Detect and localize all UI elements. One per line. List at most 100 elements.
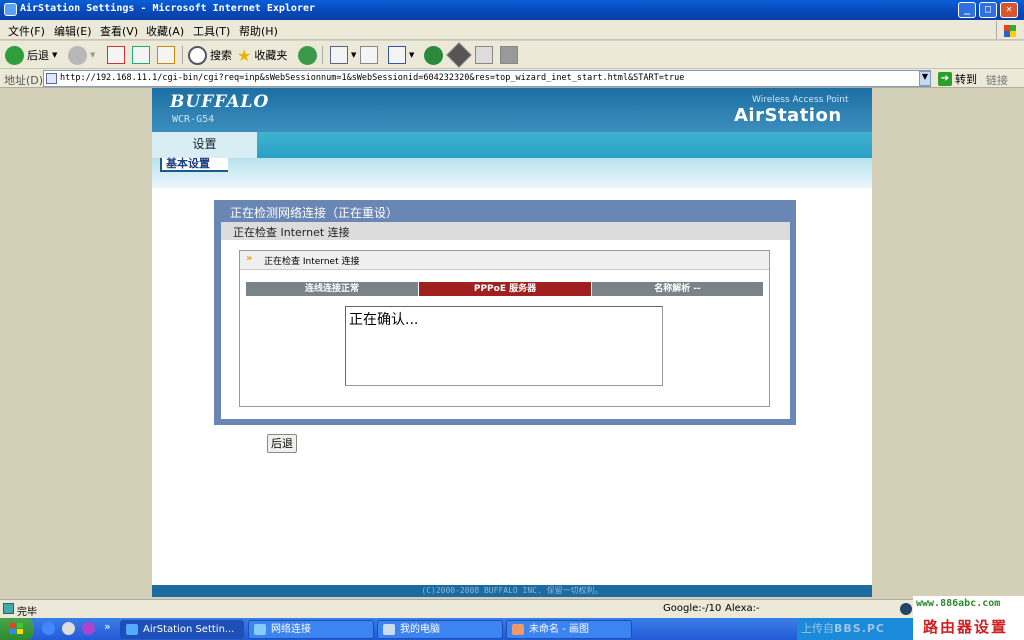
mail-icon: [330, 46, 348, 64]
windows-flag-icon: [996, 21, 1018, 39]
home-icon: [157, 46, 175, 64]
extra-button[interactable]: [500, 44, 518, 66]
window-title-bar[interactable]: AirStation Settings - Microsoft Internet…: [0, 0, 1024, 20]
search-button[interactable]: 搜索: [188, 44, 232, 66]
windows-logo-icon: [10, 623, 24, 635]
tool-button[interactable]: [475, 44, 493, 66]
minimize-button[interactable]: _: [958, 2, 976, 18]
dialog-subtitle: 正在检查 Internet 连接: [221, 222, 790, 240]
page-done-icon: [3, 603, 14, 614]
research-button[interactable]: [446, 42, 472, 68]
toolbar-separator: [322, 46, 323, 64]
search-icon: [188, 45, 207, 65]
home-button[interactable]: [157, 44, 175, 66]
subtab-bar: [152, 158, 872, 188]
feather-icon: [475, 46, 493, 64]
back-button[interactable]: 后退 ▼: [5, 44, 57, 66]
mail-button[interactable]: ▼: [330, 44, 356, 66]
edit-button[interactable]: ▼: [388, 44, 414, 66]
task-airstation[interactable]: AirStation Settin...: [120, 620, 244, 639]
back-label: 后退: [27, 49, 49, 62]
status-bar: 完毕 Google:-/10 Alexa:-: [0, 599, 1024, 618]
menu-favorites[interactable]: 收藏(A): [146, 23, 184, 39]
model-name: WCR-G54: [172, 114, 215, 125]
menu-help[interactable]: 帮助(H): [239, 23, 278, 39]
back-arrow-icon: [5, 45, 24, 65]
stop-icon: [107, 46, 125, 64]
address-url: http://192.168.11.1/cgi-bin/cgi?req=inp&…: [60, 73, 685, 83]
status-textbox: 正在确认...: [345, 306, 663, 386]
internet-zone-icon: [900, 603, 912, 615]
tab-bar: [152, 132, 872, 158]
maximize-button[interactable]: □: [979, 2, 997, 18]
double-chevron-icon: »: [246, 253, 253, 264]
messenger-button[interactable]: [424, 44, 443, 66]
menu-file[interactable]: 文件(F): [8, 23, 45, 39]
dialog-title: 正在检测网络连接（正在重设）: [230, 206, 399, 220]
step-pppoe-server: PPPoE 服务器: [419, 282, 591, 296]
quicklaunch-expand-icon[interactable]: »: [104, 620, 111, 633]
buffalo-logo: BUFFALO: [170, 92, 270, 112]
airstation-logo: AirStation: [734, 105, 842, 126]
links-button[interactable]: 链接: [986, 72, 1008, 88]
address-dropdown-button[interactable]: ▼: [919, 71, 931, 86]
stop-button[interactable]: [107, 44, 125, 66]
close-button[interactable]: ✕: [1000, 2, 1018, 18]
chevron-down-icon: ▼: [409, 51, 415, 59]
page-icon: [500, 46, 518, 64]
menu-edit[interactable]: 编辑(E): [54, 23, 92, 39]
page-icon: [46, 73, 57, 84]
desktop-quicklaunch-icon[interactable]: [62, 622, 75, 635]
media-quicklaunch-icon[interactable]: [82, 622, 95, 635]
forward-button[interactable]: ▼: [68, 44, 95, 66]
task-my-computer[interactable]: 我的电脑: [377, 620, 503, 639]
panel-header: » 正在检查 Internet 连接: [240, 251, 769, 270]
print-button[interactable]: [360, 44, 378, 66]
chevron-down-icon: ▼: [351, 51, 357, 59]
favorites-button[interactable]: ★ 收藏夹: [237, 44, 287, 66]
window-title: AirStation Settings - Microsoft Internet…: [20, 3, 316, 14]
google-pagerank: Google:-/10: [663, 603, 722, 614]
forward-arrow-icon: [68, 45, 87, 65]
address-bar: 地址(D) http://192.168.11.1/cgi-bin/cgi?re…: [0, 69, 1024, 88]
ie-icon: [4, 3, 17, 16]
diamond-icon: [446, 42, 472, 68]
address-label: 地址(D): [4, 74, 44, 87]
status-text: 完毕: [17, 607, 37, 618]
task-network-connections[interactable]: 网络连接: [248, 620, 374, 639]
menu-bar: 文件(F) 编辑(E) 查看(V) 收藏(A) 工具(T) 帮助(H): [0, 20, 1024, 40]
star-icon: ★: [237, 45, 252, 65]
menu-tools[interactable]: 工具(T): [193, 23, 230, 39]
ie-quicklaunch-icon[interactable]: [42, 622, 55, 635]
printer-icon: [360, 46, 378, 64]
word-icon: [388, 46, 406, 64]
step-line-connection: 连线连接正常: [246, 282, 418, 296]
watermark-url: www.886abc.com: [916, 598, 1001, 609]
search-label: 搜索: [210, 49, 232, 62]
subtab-basic-settings[interactable]: 基本设置: [160, 158, 228, 172]
back-page-button[interactable]: 后退: [267, 434, 297, 453]
step-name-resolution: 名称解析 --: [592, 282, 763, 296]
copyright-footer: (C)2000-2008 BUFFALO INC. 保留一切权利。: [152, 585, 872, 597]
task-paint[interactable]: 未命名 - 画图: [506, 620, 632, 639]
product-line: Wireless Access Point: [752, 95, 849, 105]
tray-text: 上传自: [801, 622, 834, 635]
messenger-icon: [424, 45, 443, 65]
refresh-button[interactable]: [132, 44, 150, 66]
history-button[interactable]: [298, 44, 317, 66]
tab-settings[interactable]: 设置: [152, 132, 257, 158]
go-label: 转到: [955, 73, 977, 86]
start-button[interactable]: [0, 618, 34, 640]
history-icon: [298, 45, 317, 65]
toolbar: 后退 ▼ ▼ 搜索 ★ 收藏夹 ▼ ▼: [0, 41, 1024, 69]
chevron-down-icon: ▼: [90, 51, 96, 59]
panel-title: 正在检查 Internet 连接: [264, 257, 360, 267]
tray-bbs: BBS.PC: [834, 622, 886, 635]
refresh-icon: [132, 46, 150, 64]
go-button[interactable]: ➔ 转到: [938, 71, 977, 87]
menu-view[interactable]: 查看(V): [100, 23, 138, 39]
favorites-label: 收藏夹: [254, 49, 288, 62]
toolbar-separator: [182, 46, 183, 64]
go-arrow-icon: ➔: [938, 72, 952, 86]
address-input[interactable]: http://192.168.11.1/cgi-bin/cgi?req=inp&…: [43, 70, 931, 87]
